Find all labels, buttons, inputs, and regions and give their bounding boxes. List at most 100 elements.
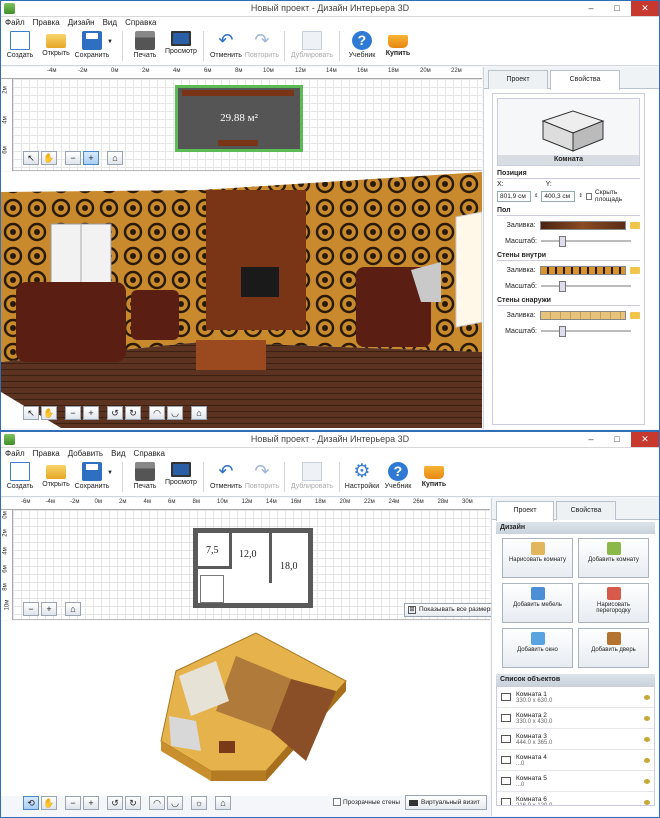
home-icon[interactable]: ⌂ bbox=[65, 602, 81, 616]
tilt-up-icon[interactable]: ◠ bbox=[149, 796, 165, 810]
x-spin-icon[interactable]: ⇕ bbox=[534, 193, 538, 199]
rotate-left-icon[interactable]: ↺ bbox=[107, 406, 123, 420]
draw-room-button[interactable]: Нарисовать комнату bbox=[502, 538, 573, 578]
save-dropdown-icon[interactable]: ▼ bbox=[107, 470, 113, 476]
preview-button[interactable]: Просмотр bbox=[164, 31, 198, 55]
add-window-button[interactable]: Добавить окно bbox=[502, 628, 573, 668]
redo-button[interactable]: ↷ Повторить bbox=[245, 31, 279, 60]
hand-icon[interactable]: ✋ bbox=[41, 151, 57, 165]
folder-icon[interactable] bbox=[630, 221, 640, 229]
visibility-icon[interactable] bbox=[644, 736, 650, 742]
zoom-out-icon[interactable]: − bbox=[65, 151, 81, 165]
visibility-icon[interactable] bbox=[644, 715, 650, 721]
list-item[interactable]: Комната 2 330.0 x 430.0 bbox=[497, 708, 654, 729]
maximize-button[interactable]: □ bbox=[607, 432, 627, 447]
visibility-icon[interactable] bbox=[644, 757, 650, 763]
tab-properties[interactable]: Свойства bbox=[550, 70, 620, 90]
zoom-in-icon[interactable]: + bbox=[41, 602, 57, 616]
floor-texture-swatch[interactable] bbox=[539, 220, 627, 230]
preview-button[interactable]: Просмотр bbox=[164, 462, 198, 486]
menu-view[interactable]: Вид bbox=[103, 17, 117, 28]
list-item[interactable]: Комната 6 216.0 x 120.0 bbox=[497, 792, 654, 805]
print-button[interactable]: Печать bbox=[128, 31, 162, 59]
zoom-in-icon[interactable]: + bbox=[83, 406, 99, 420]
walls-outside-scale-slider[interactable] bbox=[541, 326, 631, 337]
visibility-icon[interactable] bbox=[644, 778, 650, 784]
buy-button[interactable]: Купить bbox=[417, 462, 451, 488]
3d-view[interactable] bbox=[1, 621, 490, 796]
home-icon[interactable]: ⌂ bbox=[107, 151, 123, 165]
x-position-input[interactable]: 801,9 см bbox=[497, 190, 532, 202]
selected-room[interactable]: 29.88 м² bbox=[175, 85, 303, 152]
menu-file[interactable]: Файл bbox=[5, 17, 25, 28]
buy-button[interactable]: Купить bbox=[381, 31, 415, 57]
walls-outside-texture-swatch[interactable] bbox=[539, 310, 627, 320]
settings-button[interactable]: ⚙ Настройки bbox=[345, 462, 379, 490]
undo-button[interactable]: ↶ Отменить bbox=[209, 462, 243, 491]
open-button[interactable]: Открыть bbox=[39, 31, 73, 57]
home-icon[interactable]: ⌂ bbox=[215, 796, 231, 810]
save-button[interactable]: Сохранить bbox=[75, 462, 109, 490]
new-button[interactable]: Создать bbox=[3, 31, 37, 59]
floor-scale-slider[interactable] bbox=[541, 236, 631, 247]
rotate-right-icon[interactable]: ↻ bbox=[125, 796, 141, 810]
menu-view[interactable]: Вид bbox=[111, 448, 125, 459]
transparent-walls-checkbox[interactable] bbox=[333, 798, 341, 806]
tutorial-button[interactable]: ? Учебник bbox=[381, 462, 415, 490]
menu-design[interactable]: Дизайн bbox=[68, 17, 95, 28]
visibility-icon[interactable] bbox=[644, 694, 650, 700]
hand-icon[interactable]: ✋ bbox=[41, 796, 57, 810]
list-item[interactable]: Комната 3 444.0 x 365.0 bbox=[497, 729, 654, 750]
list-item[interactable]: Комната 1 330.0 x 630.0 bbox=[497, 687, 654, 708]
save-button[interactable]: Сохранить bbox=[75, 31, 109, 59]
virtual-visit-button[interactable]: Виртуальный визит bbox=[405, 795, 487, 810]
new-button[interactable]: Создать bbox=[3, 462, 37, 490]
rotate-right-icon[interactable]: ↻ bbox=[125, 406, 141, 420]
save-dropdown-icon[interactable]: ▼ bbox=[107, 39, 113, 45]
close-button[interactable]: ✕ bbox=[631, 1, 659, 16]
hand-icon[interactable]: ✋ bbox=[41, 406, 57, 420]
list-item[interactable]: Комната 5 ...0 bbox=[497, 771, 654, 792]
orbit-icon[interactable]: ⟲ bbox=[23, 796, 39, 810]
room-small[interactable]: 7,5 bbox=[198, 533, 232, 569]
menu-help[interactable]: Справка bbox=[134, 448, 165, 459]
duplicate-button[interactable]: Дублировать bbox=[290, 31, 334, 59]
pointer-icon[interactable]: ↖ bbox=[23, 406, 39, 420]
zoom-in-icon[interactable]: + bbox=[83, 151, 99, 165]
list-item[interactable]: Комната 4 ...0 bbox=[497, 750, 654, 771]
tilt-down-icon[interactable]: ◡ bbox=[167, 406, 183, 420]
add-door-button[interactable]: Добавить дверь bbox=[578, 628, 649, 668]
folder-icon[interactable] bbox=[630, 266, 640, 274]
apartment-plan[interactable]: 7,5 12,0 18,0 bbox=[193, 528, 313, 608]
open-button[interactable]: Открыть bbox=[39, 462, 73, 488]
visibility-icon[interactable] bbox=[644, 799, 650, 805]
maximize-button[interactable]: □ bbox=[607, 1, 627, 16]
tab-properties[interactable]: Свойства bbox=[556, 501, 616, 520]
home-icon[interactable]: ⌂ bbox=[191, 406, 207, 420]
duplicate-button[interactable]: Дублировать bbox=[290, 462, 334, 490]
show-all-sizes-button[interactable]: ⊞ Показывать все размеры bbox=[404, 603, 500, 617]
zoom-out-icon[interactable]: − bbox=[23, 602, 39, 616]
pointer-icon[interactable]: ↖ bbox=[23, 151, 39, 165]
walls-inside-texture-swatch[interactable] bbox=[539, 265, 627, 275]
redo-button[interactable]: ↷ Повторить bbox=[245, 462, 279, 491]
close-button[interactable]: ✕ bbox=[631, 432, 659, 447]
tab-project[interactable]: Проект bbox=[496, 501, 554, 521]
y-position-input[interactable]: 400,3 см bbox=[541, 190, 576, 202]
room-large[interactable]: 18,0 bbox=[274, 533, 308, 603]
zoom-in-icon[interactable]: + bbox=[83, 796, 99, 810]
folder-icon[interactable] bbox=[630, 311, 640, 319]
draw-partition-button[interactable]: Нарисовать перегородку bbox=[578, 583, 649, 623]
tutorial-button[interactable]: ? Учебник bbox=[345, 31, 379, 59]
print-button[interactable]: Печать bbox=[128, 462, 162, 490]
menu-edit[interactable]: Правка bbox=[33, 17, 60, 28]
3d-view[interactable] bbox=[1, 172, 482, 428]
tilt-up-icon[interactable]: ◠ bbox=[149, 406, 165, 420]
y-spin-icon[interactable]: ⇕ bbox=[578, 193, 582, 199]
walls-inside-scale-slider[interactable] bbox=[541, 281, 631, 292]
minimize-button[interactable]: – bbox=[581, 1, 601, 16]
rotate-left-icon[interactable]: ↺ bbox=[107, 796, 123, 810]
zoom-out-icon[interactable]: − bbox=[65, 796, 81, 810]
tilt-down-icon[interactable]: ◡ bbox=[167, 796, 183, 810]
menu-file[interactable]: Файл bbox=[5, 448, 25, 459]
